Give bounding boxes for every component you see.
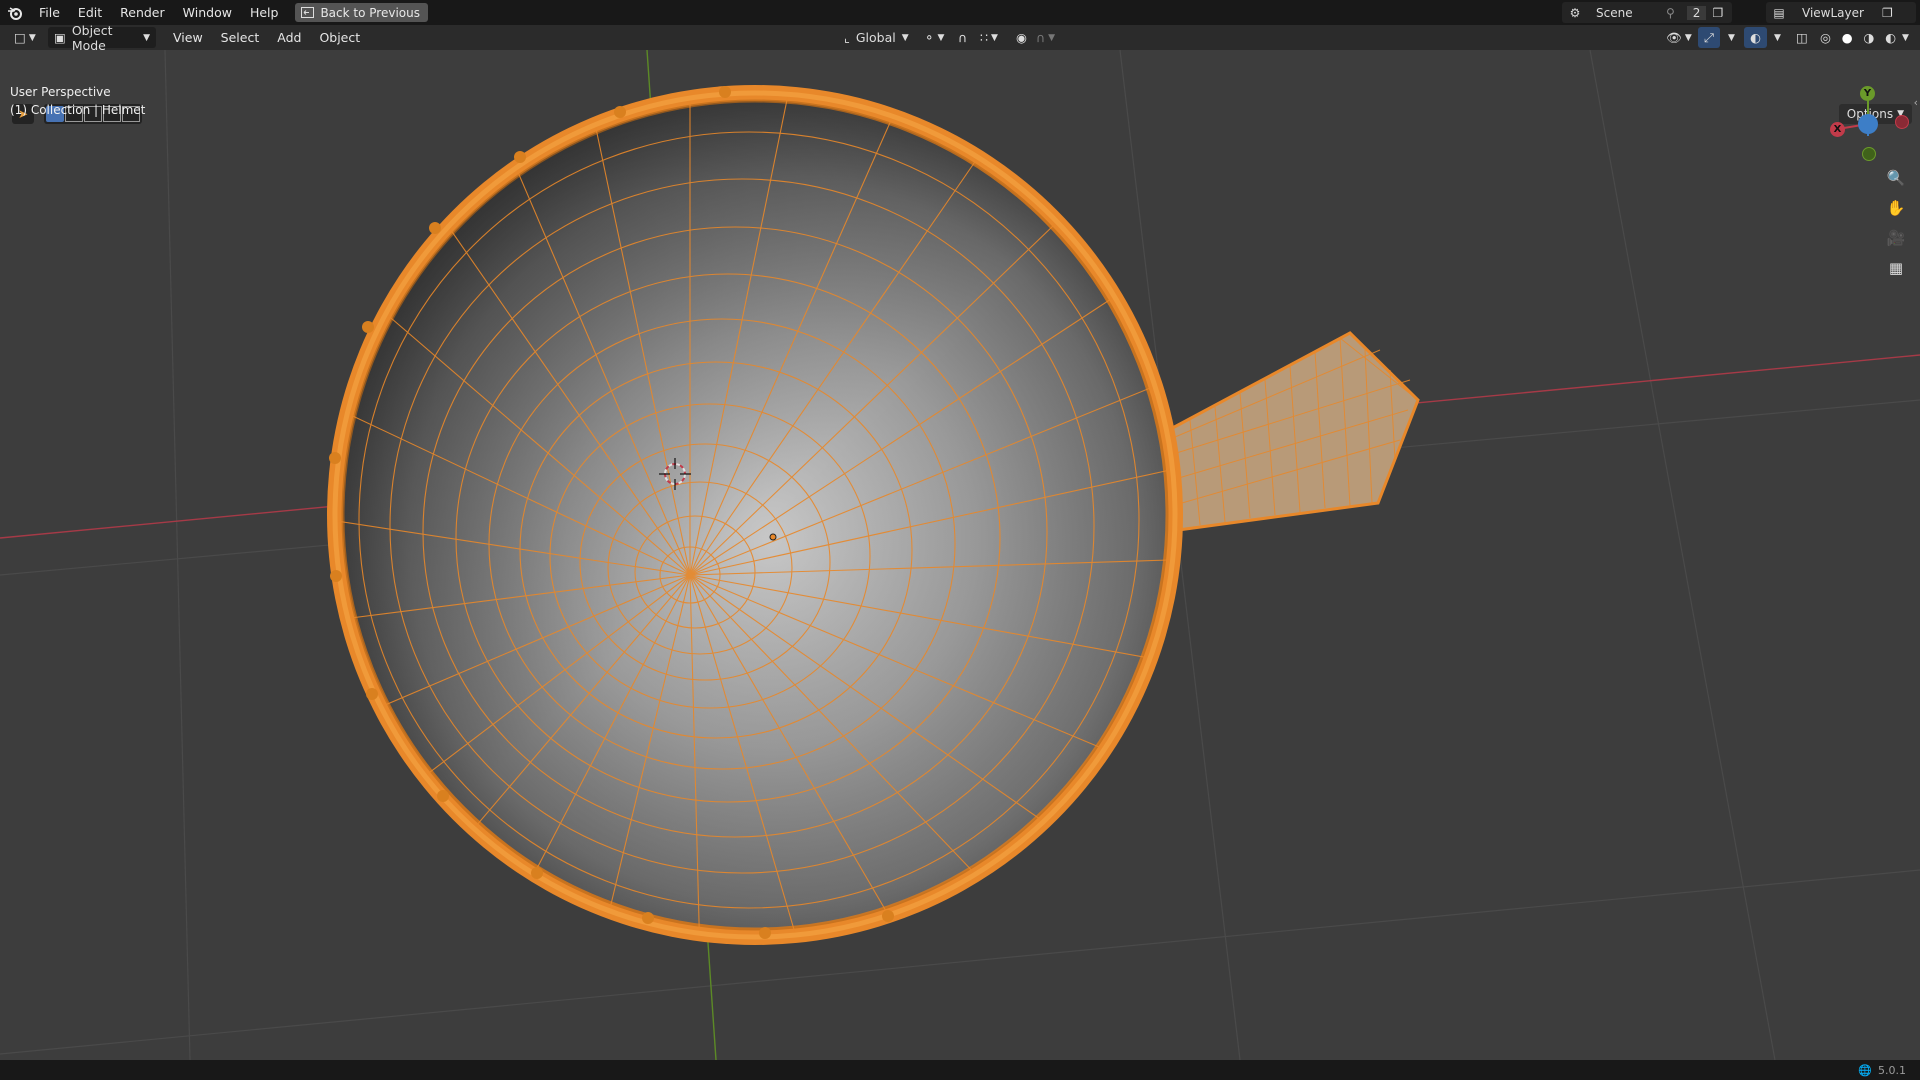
transform-orientation-dropdown[interactable]: ⌞ Global ▼: [838, 27, 915, 48]
menu-help[interactable]: Help: [241, 0, 288, 25]
editor-type-icon: □: [14, 30, 26, 45]
version-label: 5.0.1: [1878, 1063, 1906, 1077]
header-menu-view[interactable]: View: [164, 25, 212, 50]
menu-render[interactable]: Render: [111, 0, 174, 25]
header-menu-select[interactable]: Select: [212, 25, 269, 50]
viewport-canvas[interactable]: [0, 50, 1920, 1060]
menu-file[interactable]: File: [30, 0, 69, 25]
camera-view-icon[interactable]: 🎥: [1882, 225, 1910, 251]
orientation-icon: ⌞: [844, 30, 850, 45]
status-bar: 🌐 5.0.1: [0, 1060, 1920, 1080]
magnet-icon: ∩: [958, 30, 968, 45]
falloff-icon: ∩: [1036, 30, 1046, 45]
perspective-label: User Perspective: [10, 85, 111, 99]
back-to-previous-label: Back to Previous: [320, 5, 420, 20]
snap-toggle[interactable]: ∩: [952, 27, 973, 48]
menu-window[interactable]: Window: [174, 0, 241, 25]
overlays-icon: ◐: [1750, 30, 1761, 45]
gizmo-icon: ⤢: [1704, 29, 1715, 45]
proportional-icon: ◉: [1016, 30, 1027, 45]
collection-label: (1) Collection | Helmet: [10, 103, 146, 117]
material-shading-icon[interactable]: ◑: [1863, 30, 1874, 45]
editor-type-dropdown[interactable]: □ ▼: [8, 27, 42, 48]
helmet-visor[interactable]: [1163, 331, 1420, 532]
solid-shading-icon[interactable]: ●: [1842, 30, 1853, 45]
gizmo-z-axis[interactable]: [1858, 114, 1878, 134]
view-layer-name: ViewLayer: [1802, 5, 1864, 20]
pivot-icon: ⚬: [924, 30, 935, 45]
gizmo-y-axis[interactable]: Y: [1860, 86, 1875, 101]
header-menu-add[interactable]: Add: [268, 25, 310, 50]
shading-mode-group: ◎ ● ◑ ◐: [1814, 27, 1902, 48]
header-menu-object[interactable]: Object: [310, 25, 369, 50]
perspective-toggle-icon[interactable]: ▦: [1882, 255, 1910, 281]
helmet-mesh[interactable]: [327, 80, 1183, 960]
view-layer-selector[interactable]: ▤ ViewLayer ❐: [1766, 2, 1916, 23]
sidebar-toggle-icon[interactable]: ‹: [1914, 96, 1918, 109]
scene-icon: ⚙: [1569, 5, 1581, 20]
top-bar: File Edit Render Window Help Back to Pre…: [0, 0, 1920, 25]
rendered-shading-icon[interactable]: ◐: [1885, 30, 1896, 45]
overlays-toggle[interactable]: ◐: [1744, 27, 1767, 48]
new-scene-icon[interactable]: ❐: [1712, 6, 1723, 20]
scene-name: Scene: [1596, 5, 1633, 20]
xray-icon: ◫: [1796, 30, 1808, 45]
navigation-gizmo[interactable]: Y X: [1828, 84, 1909, 164]
gizmo-x-axis[interactable]: X: [1830, 122, 1845, 137]
3d-viewport[interactable]: ➤ User Perspective (1) Collection | Helm…: [0, 50, 1920, 1060]
fullscreen-back-icon: [301, 7, 315, 18]
object-mode-dropdown[interactable]: ▣ Object Mode ▼: [48, 23, 156, 53]
wireframe-shading-icon[interactable]: ◎: [1820, 30, 1831, 45]
pin-icon[interactable]: ⚲: [1666, 6, 1675, 20]
globe-icon: 🌐: [1858, 1063, 1872, 1077]
gizmo-toggle[interactable]: ⤢: [1698, 27, 1721, 48]
object-origin: [769, 533, 777, 541]
falloff-dropdown[interactable]: ∩ ▼: [1030, 27, 1061, 48]
transform-orientation-label: Global: [855, 30, 896, 45]
shading-dropdown[interactable]: ▼: [1896, 27, 1915, 48]
object-mode-label: Object Mode: [71, 22, 113, 53]
snap-target-dropdown[interactable]: ∷ ▼: [974, 27, 1004, 48]
scene-users-count: 2: [1686, 5, 1707, 20]
pan-hand-icon[interactable]: ✋: [1882, 195, 1910, 221]
back-to-previous-button[interactable]: Back to Previous: [295, 3, 428, 22]
gizmo-neg-x-axis[interactable]: [1895, 115, 1909, 129]
pivot-point-dropdown[interactable]: ⚬ ▼: [918, 27, 950, 48]
new-view-layer-icon[interactable]: ❐: [1882, 6, 1893, 20]
menu-edit[interactable]: Edit: [69, 0, 111, 25]
blender-logo-icon[interactable]: [0, 0, 30, 25]
view-layer-icon: ▤: [1773, 5, 1785, 20]
snap-grid-icon: ∷: [980, 30, 988, 45]
xray-toggle[interactable]: ◫: [1790, 27, 1814, 48]
eye-icon: 👁: [1666, 29, 1682, 45]
zoom-icon[interactable]: 🔍: [1882, 165, 1910, 191]
gizmo-neg-y-axis[interactable]: [1862, 147, 1876, 161]
object-mode-icon: ▣: [54, 30, 66, 45]
scene-selector[interactable]: ⚙ Scene ⚲ 2 ❐: [1562, 2, 1732, 23]
overlays-dropdown[interactable]: ▼: [1768, 27, 1787, 48]
viewport-header: □ ▼ ▣ Object Mode ▼ View Select Add Objec…: [0, 23, 1920, 53]
gizmo-dropdown[interactable]: ▼: [1722, 27, 1741, 48]
visibility-dropdown[interactable]: 👁 ▼: [1660, 27, 1698, 48]
